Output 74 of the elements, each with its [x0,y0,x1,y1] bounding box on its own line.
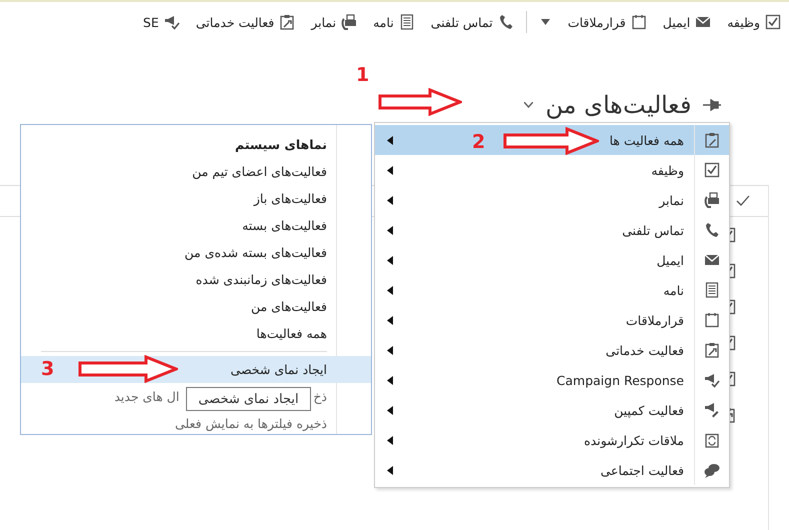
clipboard-pencil-icon [704,132,720,148]
checkbox-icon [704,162,720,178]
toolbar-button[interactable]: قرارملاقات [560,7,655,37]
menu-item[interactable]: وظیفه [375,155,729,185]
checkmark-icon [736,195,750,207]
menu-item[interactable]: نامه [375,275,729,305]
submenu-arrow-icon [387,376,393,384]
submenu-arrow-icon [387,316,393,324]
menu-item[interactable]: ایمیل [375,245,729,275]
view-option[interactable]: فعالیت‌های باز [254,191,327,206]
menu-item[interactable]: قرارملاقات [375,305,729,335]
annotation-arrow-icon [78,355,178,383]
submenu-arrow-icon [387,466,393,474]
phone-icon [498,14,514,30]
section-heading: نماهای سیستم [235,137,327,152]
envelope-icon [704,252,720,268]
menu-item[interactable]: نمابر [375,185,729,215]
view-option[interactable]: فعالیت‌های بسته شده‌ی من [184,245,327,260]
submenu-arrow-icon [387,166,393,174]
submenu-arrow-icon [387,346,393,354]
menu-item[interactable]: فعالیت اجتماعی [375,455,729,485]
submenu-arrow-icon [387,196,393,204]
submenu-arrow-icon [387,136,393,144]
calendar-icon [704,312,720,328]
menu-item[interactable]: فعالیت خدماتی [375,335,729,365]
annotation-number: 3 [41,358,54,380]
toolbar-button[interactable]: SE [135,7,188,37]
action-item[interactable]: ذخیره فیلترها به نمایش فعلی [21,410,371,437]
megaphone-pencil-icon [704,402,720,418]
toolbar-button[interactable]: نمابر [303,7,366,37]
submenu-arrow-icon [387,406,393,414]
fax-icon [704,192,720,208]
envelope-icon [695,14,712,30]
menu-item[interactable]: ملاقات تکرارشونده [375,425,729,455]
submenu-arrow-icon [387,436,393,444]
menu-item[interactable]: فعالیت کمپین [375,395,729,425]
annotation-number: 2 [472,131,486,153]
caret-down-icon[interactable] [540,19,550,25]
chat-bubbles-icon [704,462,720,478]
annotation-arrow-icon [503,127,599,155]
toolbar-button[interactable]: ایمیل [654,7,720,37]
view-option[interactable]: فعالیت‌های بسته [242,218,327,233]
menu-item[interactable]: Campaign Response [375,365,729,395]
toolbar-button[interactable]: وظیفه [719,7,789,37]
tooltip: ایجاد نمای شخصی [186,387,311,411]
chevron-down-icon[interactable] [524,102,534,108]
document-icon [704,282,720,298]
phone-icon [704,222,720,238]
megaphone-check-icon [704,372,720,388]
pin-icon[interactable] [703,99,721,111]
clipboard-wrench-icon [279,14,296,30]
toolbar-button[interactable]: نامه [365,7,423,37]
annotation-arrow-icon [378,88,462,116]
calendar-repeat-icon [704,432,720,448]
view-option[interactable]: فعالیت‌های زمانبندی شده [196,272,327,287]
submenu-arrow-icon [387,226,393,234]
action-item-text[interactable]: ذخ [313,389,327,404]
submenu-arrow-icon [387,256,393,264]
toolbar-button[interactable]: تماس تلفنی [422,7,522,37]
menu-item[interactable]: تماس تلفنی [375,215,729,245]
page-title: فعالیت‌های من [545,91,691,119]
view-option[interactable]: فعالیت‌های من [250,299,327,314]
view-option[interactable]: همه فعالیت‌ها [256,326,327,341]
toolbar-button[interactable]: فعالیت خدماتی [188,7,304,37]
action-item-text[interactable]: ال های جدید [114,389,180,404]
calendar-icon [630,14,647,30]
document-icon [398,14,415,30]
annotation-number: 1 [356,64,370,86]
megaphone-check-icon [164,14,180,30]
submenu-arrow-icon [387,286,393,294]
view-option[interactable]: فعالیت‌های اعضای تیم من [192,164,327,179]
clipboard-wrench-icon [704,342,720,358]
checkbox-icon [765,14,781,30]
fax-icon [341,14,358,30]
